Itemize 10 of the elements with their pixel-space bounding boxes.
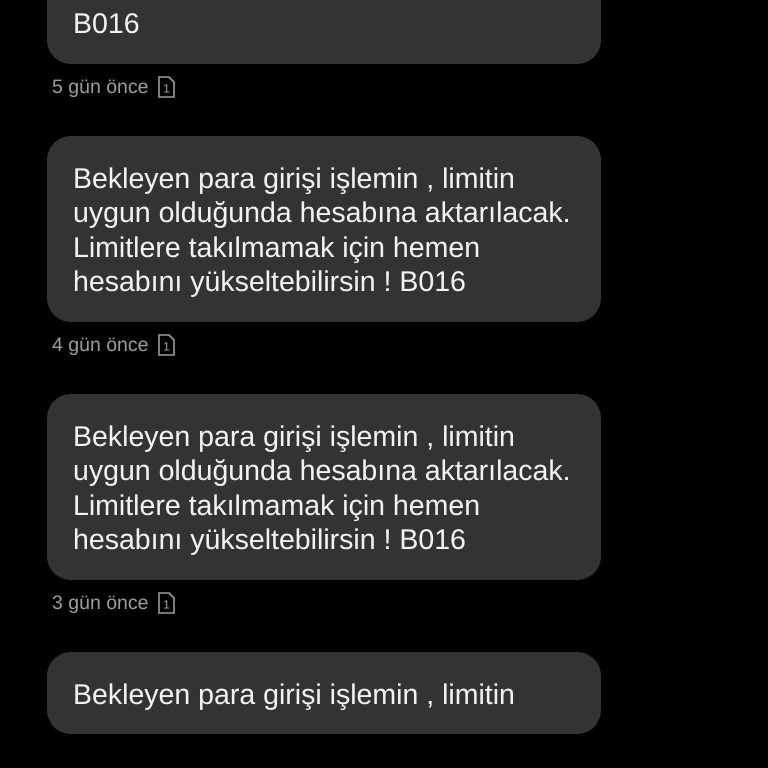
message-bubble: Bekleyen para girişi işlemin , limitin uygun olduğunda hesabına aktarılacak. Limitlere takılmamak için hemen hesabını yükseltebilirsin ! B016 xyxy=(47,136,601,322)
message-time: 4 gün önce xyxy=(52,334,149,356)
message-time: 5 gün önce xyxy=(52,76,149,98)
message-bubble: B016 xyxy=(47,0,601,64)
sim-card-icon: 1 xyxy=(156,76,175,98)
sim-card-icon: 1 xyxy=(156,334,175,356)
message-bubble: Bekleyen para girişi işlemin , limitin xyxy=(47,652,601,734)
message-time: 3 gün önce xyxy=(52,592,149,614)
sim-card-icon: 1 xyxy=(156,592,175,614)
message-bubble: Bekleyen para girişi işlemin , limitin uygun olduğunda hesabına aktarılacak. Limitlere takılmamak için hemen hesabını yükseltebilirsin ! B016 xyxy=(47,394,601,580)
